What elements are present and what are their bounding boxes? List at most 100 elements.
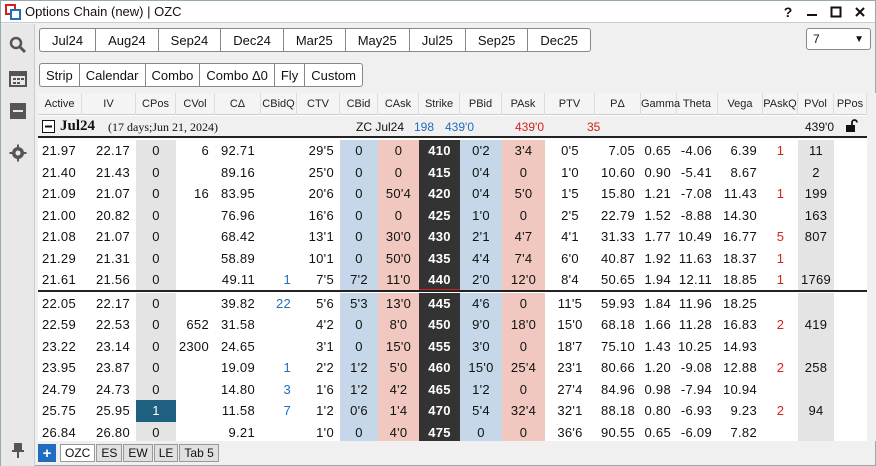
cell-cpos[interactable]: 0 bbox=[136, 378, 176, 400]
column-header-cbidq[interactable]: CBidQ bbox=[261, 93, 297, 115]
cell-theta[interactable]: -7.08 bbox=[677, 183, 718, 205]
cell-ptv[interactable]: 6'0 bbox=[545, 248, 595, 270]
cell-gamma[interactable]: 1.92 bbox=[641, 248, 677, 270]
cell-pvol[interactable]: 11 bbox=[798, 140, 834, 162]
cell-ptv[interactable]: 8'4 bbox=[545, 269, 595, 291]
cell-vega[interactable]: 18.25 bbox=[718, 293, 763, 315]
tab-ozc[interactable]: OZC bbox=[60, 444, 96, 462]
cell-pask[interactable]: 0 bbox=[502, 292, 545, 314]
cell-iv[interactable]: 23.87 bbox=[82, 357, 136, 379]
table-row[interactable]: 22.59 22.53 0 652 31.58 4'2 0 8'0 450 9'0 18'0 15'0… bbox=[38, 314, 867, 336]
cell-ppos[interactable] bbox=[834, 205, 867, 227]
cell-pvol[interactable]: 807 bbox=[798, 226, 834, 248]
cell-theta[interactable]: -4.06 bbox=[677, 140, 718, 162]
pin-icon[interactable] bbox=[11, 442, 25, 458]
cell-cbidq[interactable] bbox=[261, 422, 297, 442]
cell-vega[interactable]: 14.93 bbox=[718, 336, 763, 358]
table-row[interactable]: 23.22 23.14 0 2300 24.65 3'1 0 15'0 455 3'0 0 18'7 7… bbox=[38, 335, 867, 358]
cell-ctv[interactable]: 4'2 bbox=[297, 314, 340, 336]
expiration-dec24[interactable]: Dec24 bbox=[220, 28, 283, 52]
cell-pvol[interactable]: 258 bbox=[798, 357, 834, 379]
cell-cbidq[interactable] bbox=[261, 205, 297, 227]
cell-pbid[interactable]: 0'4 bbox=[460, 183, 502, 205]
cell-active[interactable]: 26.84 bbox=[38, 422, 82, 442]
cell-paskq[interactable]: 5 bbox=[763, 226, 798, 248]
expiration-sep25[interactable]: Sep25 bbox=[464, 28, 528, 52]
cell-pask[interactable]: 12'0 bbox=[502, 269, 545, 291]
cell-cvol[interactable] bbox=[176, 205, 215, 227]
cell-ptv[interactable]: 27'4 bbox=[545, 379, 595, 401]
cell-pvol[interactable]: 163 bbox=[798, 204, 834, 226]
cell-cbidq[interactable] bbox=[261, 226, 297, 248]
cell-gamma[interactable]: 0.98 bbox=[641, 379, 677, 401]
search-icon[interactable] bbox=[9, 36, 27, 54]
cell-strike[interactable]: 460 bbox=[419, 357, 460, 379]
cell-vega[interactable]: 9.23 bbox=[718, 400, 763, 422]
cell-ctv[interactable]: 7'5 bbox=[297, 269, 340, 291]
cell-ctv[interactable]: 3'1 bbox=[297, 336, 340, 358]
cell-pbid[interactable]: 9'0 bbox=[460, 314, 502, 336]
cell-cdelta[interactable]: 14.80 bbox=[215, 379, 261, 401]
cell-ppos[interactable] bbox=[834, 269, 867, 291]
column-header-cask[interactable]: CAsk bbox=[378, 93, 419, 115]
cell-cvol[interactable]: 16 bbox=[176, 183, 215, 205]
cell-gamma[interactable]: 1.94 bbox=[641, 269, 677, 291]
expiration-may25[interactable]: May25 bbox=[344, 28, 409, 52]
cell-cbidq[interactable] bbox=[261, 248, 297, 270]
column-header-iv[interactable]: IV bbox=[82, 93, 136, 115]
cell-cbid[interactable]: 0 bbox=[340, 247, 378, 269]
add-tab-button[interactable]: + bbox=[38, 444, 56, 462]
cell-ppos[interactable] bbox=[834, 183, 867, 205]
cell-cvol[interactable] bbox=[176, 162, 215, 184]
cell-cask[interactable]: 0 bbox=[378, 140, 419, 162]
cell-cpos[interactable]: 1 bbox=[136, 400, 176, 422]
cell-ppos[interactable] bbox=[834, 293, 867, 315]
cell-ptv[interactable]: 1'5 bbox=[545, 183, 595, 205]
cell-cdelta[interactable]: 76.96 bbox=[215, 205, 261, 227]
tab-ew[interactable]: EW bbox=[123, 444, 153, 462]
cell-vega[interactable]: 14.30 bbox=[718, 205, 763, 227]
cell-cpos[interactable]: 0 bbox=[136, 357, 176, 379]
cell-cbid[interactable]: 0 bbox=[340, 314, 378, 336]
strategy-strip[interactable]: Strip bbox=[39, 63, 79, 87]
cell-paskq[interactable] bbox=[763, 293, 798, 315]
cell-theta[interactable]: 11.96 bbox=[677, 293, 718, 315]
cell-cpos[interactable]: 0 bbox=[136, 161, 176, 183]
cell-ptv[interactable]: 1'0 bbox=[545, 162, 595, 184]
column-header-pvol[interactable]: PVol bbox=[798, 93, 834, 115]
cell-pdelta[interactable]: 68.18 bbox=[595, 314, 641, 336]
cell-iv[interactable]: 22.17 bbox=[82, 293, 136, 315]
strategy-combo[interactable]: Combo bbox=[144, 63, 200, 87]
cell-cdelta[interactable]: 39.82 bbox=[215, 293, 261, 315]
cell-cpos[interactable]: 0 bbox=[136, 140, 176, 162]
cell-ptv[interactable]: 11'5 bbox=[545, 293, 595, 315]
cell-cask[interactable]: 13'0 bbox=[378, 292, 419, 314]
cell-ptv[interactable]: 4'1 bbox=[545, 226, 595, 248]
cell-vega[interactable]: 11.43 bbox=[718, 183, 763, 205]
cell-pvol[interactable]: 419 bbox=[798, 314, 834, 336]
cell-pbid[interactable]: 2'0 bbox=[460, 269, 502, 291]
cell-gamma[interactable]: 1.21 bbox=[641, 183, 677, 205]
cell-cbid[interactable]: 0'6 bbox=[340, 400, 378, 422]
cell-cpos[interactable]: 0 bbox=[136, 421, 176, 441]
cell-cvol[interactable] bbox=[176, 400, 215, 422]
cell-cvol[interactable] bbox=[176, 293, 215, 315]
cell-strike[interactable]: 420 bbox=[419, 183, 460, 205]
cell-ppos[interactable] bbox=[834, 336, 867, 358]
cell-gamma[interactable]: 0.90 bbox=[641, 162, 677, 184]
cell-ppos[interactable] bbox=[834, 422, 867, 442]
cell-active[interactable]: 21.97 bbox=[38, 140, 82, 162]
cell-pask[interactable]: 0 bbox=[502, 161, 545, 183]
unlock-icon[interactable] bbox=[844, 119, 858, 136]
cell-iv[interactable]: 24.73 bbox=[82, 379, 136, 401]
cell-strike[interactable]: 425 bbox=[419, 204, 460, 226]
cell-strike[interactable]: 435 bbox=[419, 247, 460, 269]
cell-cask[interactable]: 50'0 bbox=[378, 247, 419, 269]
cell-cbid[interactable]: 1'2 bbox=[340, 378, 378, 400]
column-header-pbid[interactable]: PBid bbox=[460, 93, 502, 115]
cell-gamma[interactable]: 0.65 bbox=[641, 422, 677, 442]
cell-pask[interactable]: 0 bbox=[502, 204, 545, 226]
cell-pbid[interactable]: 3'0 bbox=[460, 335, 502, 357]
cell-cbidq[interactable] bbox=[261, 183, 297, 205]
cell-cbidq[interactable] bbox=[261, 314, 297, 336]
